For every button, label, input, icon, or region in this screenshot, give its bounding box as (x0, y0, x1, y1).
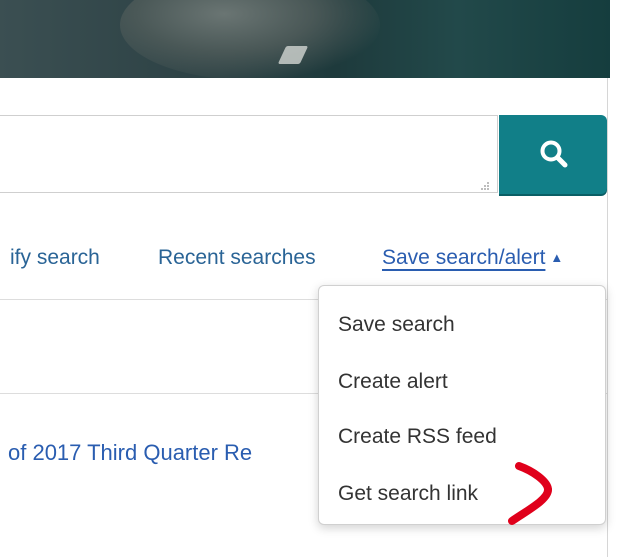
result-title-link[interactable]: of 2017 Third Quarter Re (8, 440, 252, 466)
modify-search-link[interactable]: ify search (10, 246, 100, 270)
caret-up-icon: ▲ (550, 250, 564, 265)
search-input[interactable] (0, 115, 498, 193)
header-banner (0, 0, 610, 78)
recent-searches-link[interactable]: Recent searches (158, 246, 316, 270)
resize-grip-icon[interactable] (478, 180, 490, 192)
save-search-alert-toggle[interactable]: Save search/alert ▲ (382, 246, 563, 270)
menu-item-get-search-link[interactable]: Get search link (338, 482, 478, 506)
search-icon (540, 140, 568, 168)
menu-item-create-rss-feed[interactable]: Create RSS feed (338, 425, 497, 449)
save-search-alert-label: Save search/alert (382, 246, 546, 269)
save-search-dropdown: Save search Create alert Create RSS feed… (318, 285, 606, 525)
search-button[interactable] (499, 115, 607, 194)
menu-item-create-alert[interactable]: Create alert (338, 370, 448, 394)
menu-item-save-search[interactable]: Save search (338, 313, 455, 337)
banner-image-shape (120, 0, 380, 78)
